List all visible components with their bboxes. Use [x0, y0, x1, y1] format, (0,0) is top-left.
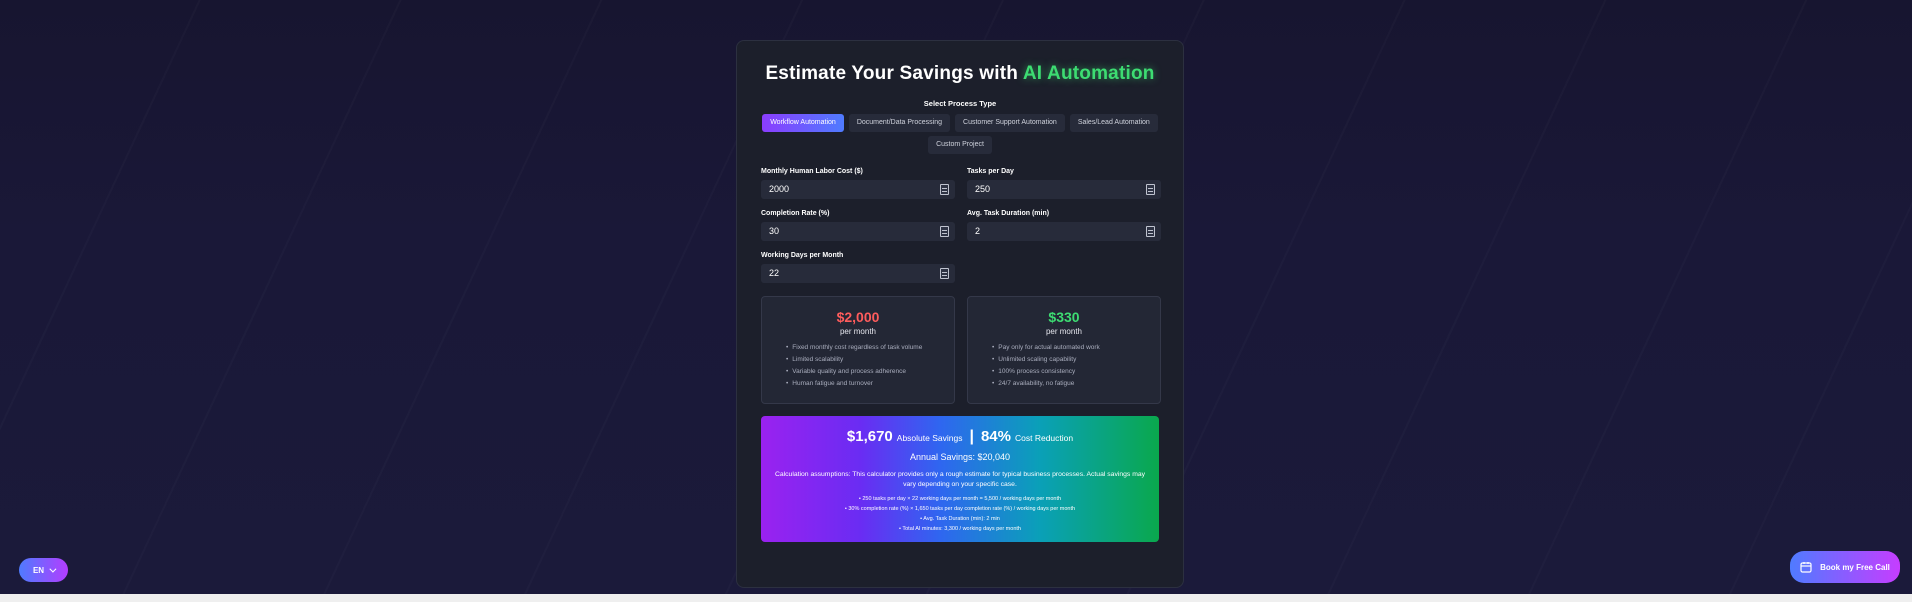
tab-sales-lead-automation[interactable]: Sales/Lead Automation [1069, 114, 1158, 132]
completion-rate-label: Completion Rate (%) [761, 210, 830, 217]
annual-savings: Annual Savings: $20,040 [909, 452, 1011, 462]
tasks-per-day-input[interactable]: 250 [967, 180, 1161, 199]
tasks-per-day-stepper-icon[interactable] [1146, 184, 1155, 195]
absolute-savings-label: Absolute Savings [896, 433, 963, 443]
calculation-line: • Avg. Task Duration (min): 2 min [920, 516, 1000, 522]
task-duration-input[interactable]: 2 [967, 222, 1161, 241]
tab-workflow-automation[interactable]: Workflow Automation [762, 114, 844, 132]
savings-separator: | [969, 428, 974, 445]
labor-cost-stepper-icon[interactable] [940, 184, 949, 195]
human-cost-period: per month [839, 327, 877, 336]
working-days-input[interactable]: 22 [761, 264, 955, 283]
labor-cost-field: Monthly Human Labor Cost ($) 2000 [761, 168, 955, 199]
chevron-down-icon [49, 565, 57, 573]
working-days-field: Working Days per Month 22 [761, 252, 955, 283]
ai-cost-price: $330 [1048, 309, 1080, 325]
savings-headline: $1,670 Absolute Savings | 84% Cost Reduc… [761, 428, 1159, 446]
process-type-tabs: Workflow Automation Document/Data Proces… [761, 114, 1159, 154]
list-item: 24/7 availability, no fatigue [992, 378, 1160, 390]
savings-calculator-card: Estimate Your Savings with AI Automation… [736, 40, 1184, 588]
list-item: Human fatigue and turnover [786, 378, 954, 390]
completion-rate-value: 30 [769, 226, 780, 236]
task-duration-value: 2 [975, 226, 981, 236]
working-days-label: Working Days per Month [761, 252, 844, 259]
list-item: Unlimited scaling capability [992, 354, 1160, 366]
working-days-value: 22 [769, 268, 780, 278]
labor-cost-input[interactable]: 2000 [761, 180, 955, 199]
list-item: Variable quality and process adherence [786, 366, 954, 378]
language-label: EN [32, 565, 45, 575]
title-prefix: Estimate Your Savings with [765, 63, 1019, 84]
labor-cost-value: 2000 [769, 184, 790, 194]
human-cost-box: $2,000 per month Fixed monthly cost rega… [761, 296, 955, 404]
ai-cost-period: per month [1045, 327, 1083, 336]
human-cost-price: $2,000 [836, 309, 880, 325]
input-grid: Monthly Human Labor Cost ($) 2000 Tasks … [761, 168, 1161, 283]
tab-document-data-processing[interactable]: Document/Data Processing [848, 114, 951, 132]
working-days-stepper-icon[interactable] [940, 268, 949, 279]
tab-customer-support-automation[interactable]: Customer Support Automation [955, 114, 1065, 132]
human-cost-bullets: Fixed monthly cost regardless of task vo… [762, 342, 954, 390]
book-call-label: Book my Free Call [1820, 562, 1890, 572]
completion-rate-stepper-icon[interactable] [940, 226, 949, 237]
cost-reduction-value: 84% [980, 428, 1011, 445]
tasks-per-day-label: Tasks per Day [967, 168, 1014, 175]
title-accent: AI Automation [1022, 63, 1155, 84]
page-title: Estimate Your Savings with AI Automation [761, 63, 1159, 85]
ai-cost-bullets: Pay only for actual automated work Unlim… [968, 342, 1160, 390]
book-call-button[interactable]: Book my Free Call [1790, 551, 1900, 583]
list-item: Fixed monthly cost regardless of task vo… [786, 342, 954, 354]
calendar-icon [1800, 562, 1812, 573]
task-duration-label: Avg. Task Duration (min) [967, 210, 1050, 217]
completion-rate-field: Completion Rate (%) 30 [761, 210, 955, 241]
task-duration-stepper-icon[interactable] [1146, 226, 1155, 237]
savings-summary: $1,670 Absolute Savings | 84% Cost Reduc… [761, 416, 1159, 542]
bottom-bar [0, 594, 1912, 602]
ai-cost-box: $330 per month Pay only for actual autom… [967, 296, 1161, 404]
tab-custom-project[interactable]: Custom Project [928, 136, 992, 154]
labor-cost-label: Monthly Human Labor Cost ($) [761, 168, 863, 175]
tasks-per-day-field: Tasks per Day 250 [967, 168, 1161, 199]
cost-comparison: $2,000 per month Fixed monthly cost rega… [761, 296, 1161, 404]
completion-rate-input[interactable]: 30 [761, 222, 955, 241]
absolute-savings-value: $1,670 [846, 428, 893, 445]
tasks-per-day-value: 250 [975, 184, 991, 194]
task-duration-field: Avg. Task Duration (min) 2 [967, 210, 1161, 241]
list-item: Pay only for actual automated work [992, 342, 1160, 354]
language-selector[interactable]: EN [19, 558, 68, 582]
list-item: Limited scalability [786, 354, 954, 366]
cost-reduction-label: Cost Reduction [1014, 433, 1074, 443]
calculation-line: • 30% completion rate (%) × 1,650 tasks … [844, 506, 1076, 512]
calculation-assumptions: Calculation assumptions: This calculator… [774, 471, 1146, 488]
process-type-label: Select Process Type [923, 99, 997, 108]
calculation-line: • 250 tasks per day × 22 working days pe… [858, 496, 1062, 502]
calculation-line: • Total AI minutes: 3,300 / working days… [899, 526, 1021, 532]
list-item: 100% process consistency [992, 366, 1160, 378]
